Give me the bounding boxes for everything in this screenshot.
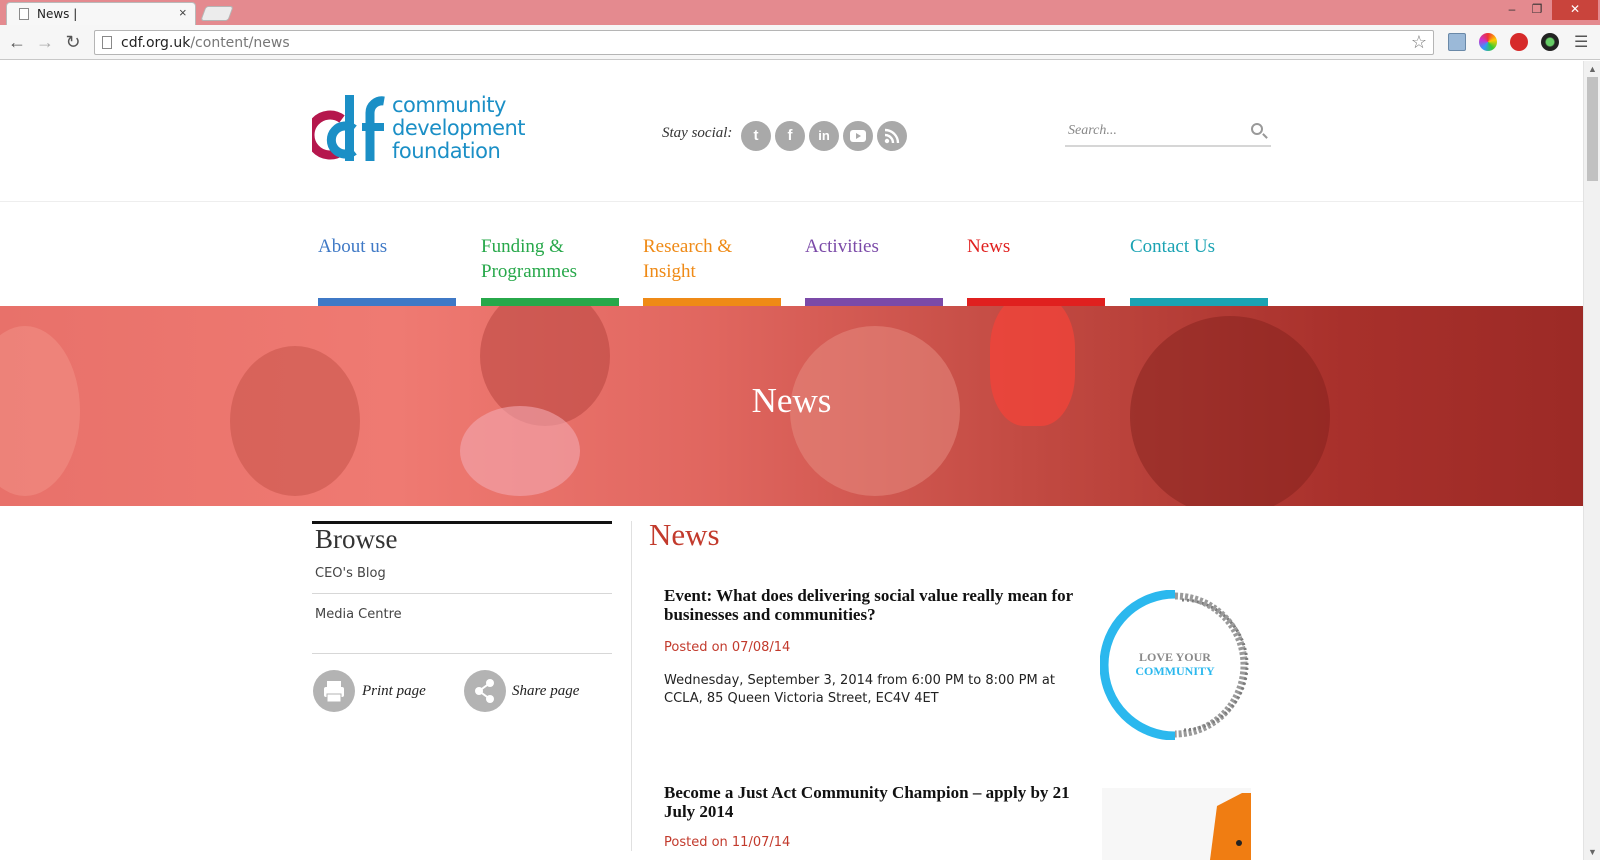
column-divider	[631, 521, 632, 851]
search-input[interactable]	[1068, 121, 1238, 141]
news-heading: News	[649, 517, 720, 552]
reload-icon[interactable]: ↻	[62, 31, 84, 53]
article-title-link[interactable]: Become a Just Act Community Champion – a…	[664, 783, 1074, 821]
nav-research-insight[interactable]: Research & Insight	[643, 234, 781, 306]
maximize-button[interactable]: ❐	[1524, 0, 1550, 20]
image-text-line1: LOVE YOUR	[1139, 650, 1211, 664]
nav-color-bar	[805, 298, 943, 306]
logo-line: community	[392, 93, 506, 117]
bookmark-star-icon[interactable]: ☆	[1411, 32, 1427, 53]
url-text[interactable]: cdf.org.uk/content/news	[121, 35, 290, 51]
logo-line: foundation	[392, 139, 501, 163]
logo-line: development	[392, 116, 526, 140]
page-icon	[19, 8, 29, 20]
scrollbar-thumb[interactable]	[1587, 77, 1598, 181]
browse-title: Browse	[315, 524, 398, 554]
url-path: /content/news	[190, 35, 290, 51]
page-viewport: community development foundation Stay so…	[0, 61, 1583, 860]
just-act-image	[1210, 793, 1251, 860]
nav-color-bar	[643, 298, 781, 306]
browser-tab-strip: News | × – ❐ ✕	[0, 0, 1600, 25]
extension-color-wheel-icon[interactable]	[1479, 33, 1497, 51]
nav-color-bar	[318, 298, 456, 306]
logo-wordmark: community development foundation	[392, 93, 526, 163]
twitter-icon[interactable]: t	[741, 121, 771, 151]
rss-icon[interactable]	[877, 121, 907, 151]
nav-label: Activities	[805, 236, 879, 257]
back-arrow-icon[interactable]: ←	[6, 31, 28, 53]
youtube-icon[interactable]	[843, 121, 873, 151]
facebook-icon[interactable]: f	[775, 121, 805, 151]
nav-contact-us[interactable]: Contact Us	[1130, 234, 1270, 306]
page-icon	[102, 36, 112, 49]
tab-title: News |	[37, 7, 78, 21]
forward-arrow-icon[interactable]: →	[34, 31, 56, 53]
extension-eye-icon[interactable]	[1541, 33, 1559, 51]
nav-label: Funding & Programmes	[481, 236, 578, 282]
sidebar-divider	[312, 653, 612, 654]
nav-label: News	[967, 236, 1011, 257]
scroll-up-arrow-icon[interactable]: ▲	[1588, 64, 1597, 74]
extension-window-icon[interactable]	[1448, 33, 1466, 51]
page-scrollbar[interactable]: ▲ ▼	[1583, 61, 1600, 860]
print-page-link[interactable]: Print page	[362, 683, 426, 700]
address-bar[interactable]: cdf.org.uk/content/news ☆	[94, 30, 1434, 55]
cdf-logo-mark	[305, 95, 385, 161]
tab-close-icon[interactable]: ×	[179, 5, 187, 20]
nav-about-us[interactable]: About us	[318, 234, 458, 306]
nav-color-bar	[481, 298, 619, 306]
extension-adblock-icon[interactable]	[1510, 33, 1528, 51]
nav-color-bar	[967, 298, 1105, 306]
scroll-down-arrow-icon[interactable]: ▼	[1588, 847, 1597, 857]
nav-color-bar	[1130, 298, 1268, 306]
article-date: Posted on 11/07/14	[664, 835, 791, 850]
nav-news[interactable]: News	[967, 234, 1107, 306]
browser-tab[interactable]: News | ×	[6, 2, 196, 25]
header-divider	[0, 201, 1583, 202]
close-window-button[interactable]: ✕	[1552, 0, 1598, 20]
linkedin-icon[interactable]: in	[809, 121, 839, 151]
hero-banner: News	[0, 306, 1583, 506]
hero-photo-shape	[230, 346, 360, 496]
love-your-community-image: LOVE YOUR COMMUNITY	[1099, 589, 1249, 741]
sidebar-link-ceos-blog[interactable]: CEO's Blog	[315, 566, 386, 581]
browser-toolbar: ← → ↻ cdf.org.uk/content/news ☆ ☰	[0, 25, 1600, 60]
nav-label: About us	[318, 236, 388, 257]
image-text-line2: COMMUNITY	[1135, 664, 1215, 678]
article-title-link[interactable]: Event: What does delivering social value…	[664, 586, 1074, 624]
share-icon[interactable]	[464, 670, 506, 712]
url-domain: cdf.org.uk	[121, 35, 191, 51]
share-page-link[interactable]: Share page	[512, 683, 579, 700]
article-summary: Wednesday, September 3, 2014 from 6:00 P…	[664, 673, 1055, 706]
nav-funding-programmes[interactable]: Funding & Programmes	[481, 234, 619, 306]
browser-menu-icon[interactable]: ☰	[1574, 32, 1588, 52]
search-box	[1065, 117, 1271, 147]
nav-label: Contact Us	[1130, 236, 1215, 257]
nav-activities[interactable]: Activities	[805, 234, 945, 306]
nav-label: Research & Insight	[643, 236, 733, 282]
article-thumbnail[interactable]	[1102, 788, 1251, 860]
hero-title: News	[751, 381, 832, 420]
new-tab-button[interactable]	[200, 6, 234, 21]
stay-social-label: Stay social:	[662, 125, 733, 141]
search-icon[interactable]	[1251, 123, 1263, 135]
print-icon[interactable]	[313, 670, 355, 712]
cdf-logo[interactable]: community development foundation	[305, 89, 526, 169]
sidebar-link-media-centre[interactable]: Media Centre	[315, 607, 402, 622]
sidebar-divider	[312, 593, 612, 594]
article-thumbnail[interactable]: LOVE YOUR COMMUNITY	[1099, 589, 1250, 741]
article-date: Posted on 07/08/14	[664, 640, 791, 655]
minimize-button[interactable]: –	[1500, 0, 1524, 20]
